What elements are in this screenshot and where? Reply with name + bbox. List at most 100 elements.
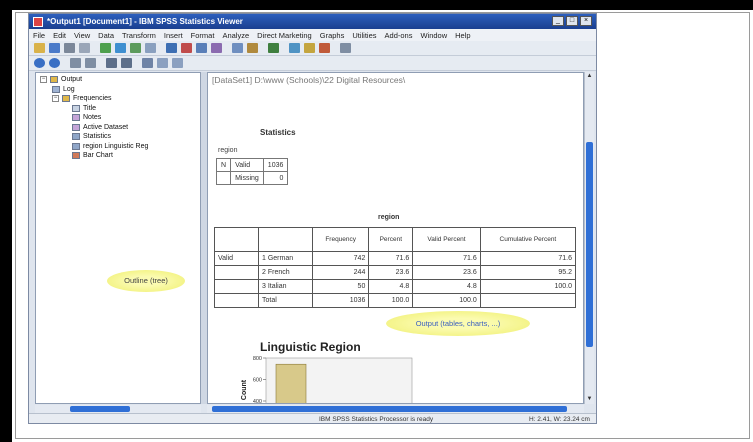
table-cell: 1036 bbox=[262, 158, 289, 172]
show-icon[interactable] bbox=[106, 58, 117, 68]
menu-format[interactable]: Format bbox=[191, 31, 215, 40]
outline-item-label: Active Dataset bbox=[83, 123, 129, 131]
save-icon[interactable] bbox=[49, 43, 60, 53]
goto-case-icon[interactable] bbox=[181, 43, 192, 53]
outline-item-label: Notes bbox=[83, 114, 102, 121]
outline-pane[interactable]: − Output Log − Frequencies Title Notes A… bbox=[35, 72, 201, 404]
redo-icon[interactable] bbox=[145, 43, 156, 53]
print-icon[interactable] bbox=[64, 43, 75, 53]
vertical-scroll-thumb[interactable] bbox=[586, 142, 593, 347]
menu-insert[interactable]: Insert bbox=[164, 31, 183, 40]
y-tick-label: 800 bbox=[253, 356, 262, 362]
goto-variable-icon[interactable] bbox=[196, 43, 207, 53]
outline-scroll-thumb[interactable] bbox=[70, 406, 130, 412]
recall-dialog-icon[interactable] bbox=[115, 43, 126, 53]
menu-transform[interactable]: Transform bbox=[122, 31, 156, 40]
close-button[interactable]: × bbox=[580, 16, 592, 26]
title-icon bbox=[72, 104, 80, 112]
menu-utilities[interactable]: Utilities bbox=[352, 31, 376, 40]
outline-item-label: Statistics bbox=[83, 133, 112, 140]
collapse-toggle-icon[interactable]: − bbox=[52, 95, 59, 103]
back-arrow-icon[interactable] bbox=[34, 58, 45, 68]
y-tick-label: 600 bbox=[253, 378, 262, 384]
outline-settings-icon[interactable] bbox=[142, 58, 153, 68]
select-last-output-icon[interactable] bbox=[247, 43, 258, 53]
statistics-icon bbox=[72, 133, 80, 141]
menu-data[interactable]: Data bbox=[98, 31, 114, 40]
table-cell: 100.0 bbox=[368, 293, 414, 308]
menu-analyze[interactable]: Analyze bbox=[222, 31, 249, 40]
promote-icon[interactable] bbox=[268, 43, 279, 53]
menu-window[interactable]: Window bbox=[420, 31, 447, 40]
outline-item-statistics[interactable]: Statistics bbox=[40, 132, 148, 142]
main-toolbar bbox=[29, 41, 596, 56]
demote-outline-icon[interactable] bbox=[172, 58, 183, 68]
outline-item-region-table[interactable]: region Linguistic Reg bbox=[40, 142, 148, 152]
scroll-up-icon[interactable]: ▲ bbox=[586, 73, 593, 80]
output-callout-highlight: Output (tables, charts, ...) bbox=[386, 311, 530, 336]
table-icon bbox=[72, 142, 80, 150]
table-cell: 0 bbox=[262, 171, 289, 185]
maximize-button[interactable]: □ bbox=[566, 16, 578, 26]
table-cell: 71.6 bbox=[412, 251, 481, 266]
bar-chart[interactable]: 800 600 400 Count bbox=[236, 356, 416, 404]
menu-file[interactable]: File bbox=[33, 31, 45, 40]
statistics-table[interactable]: N Valid 1036 Missing 0 bbox=[215, 158, 289, 185]
outline-item-active-dataset[interactable]: Active Dataset bbox=[40, 123, 148, 133]
menu-graphs[interactable]: Graphs bbox=[320, 31, 345, 40]
table-row: 3 Italian 50 4.8 4.8 100.0 bbox=[214, 279, 577, 294]
outline-horizontal-scrollbar[interactable] bbox=[35, 405, 201, 413]
designate-window-icon[interactable] bbox=[232, 43, 243, 53]
menu-add-ons[interactable]: Add-ons bbox=[385, 31, 413, 40]
vertical-scrollbar[interactable]: ▲ ▼ bbox=[584, 72, 594, 404]
content-scroll-thumb[interactable] bbox=[212, 406, 567, 412]
frequency-table-title: region bbox=[378, 214, 400, 221]
hide-icon[interactable] bbox=[121, 58, 132, 68]
outline-item-notes[interactable]: Notes bbox=[40, 113, 148, 123]
insert-title-icon[interactable] bbox=[304, 43, 315, 53]
black-frame-left bbox=[0, 0, 12, 442]
status-bar: IBM SPSS Statistics Processor is ready H… bbox=[29, 413, 596, 423]
insert-heading-icon[interactable] bbox=[289, 43, 300, 53]
export-icon[interactable] bbox=[100, 43, 111, 53]
y-axis-label: Count bbox=[241, 379, 248, 400]
table-cell bbox=[215, 171, 232, 185]
menu-direct-marketing[interactable]: Direct Marketing bbox=[257, 31, 312, 40]
column-header: Frequency bbox=[311, 227, 370, 252]
frequency-table[interactable]: Frequency Percent Valid Percent Cumulati… bbox=[214, 227, 577, 308]
column-header bbox=[258, 227, 313, 252]
expand-icon[interactable] bbox=[70, 58, 81, 68]
y-tick-label: 400 bbox=[253, 399, 262, 404]
variables-icon[interactable] bbox=[211, 43, 222, 53]
table-cell: 1036 bbox=[311, 293, 370, 308]
table-row: Total 1036 100.0 100.0 bbox=[214, 293, 577, 308]
outline-item-output[interactable]: − Output bbox=[40, 75, 148, 85]
table-cell: Valid bbox=[214, 251, 259, 266]
outline-item-log[interactable]: Log bbox=[40, 85, 148, 95]
table-cell: 1 German bbox=[258, 251, 313, 266]
outline-item-title[interactable]: Title bbox=[40, 104, 148, 114]
cursor-position: H: 2.41, W: 23.24 cm bbox=[529, 416, 590, 423]
promote-outline-icon[interactable] bbox=[157, 58, 168, 68]
menu-view[interactable]: View bbox=[74, 31, 90, 40]
outline-item-frequencies[interactable]: − Frequencies bbox=[40, 94, 148, 104]
show-data-icon[interactable] bbox=[340, 43, 351, 53]
outline-item-bar-chart[interactable]: Bar Chart bbox=[40, 151, 148, 161]
processor-status: IBM SPSS Statistics Processor is ready bbox=[319, 416, 434, 423]
goto-data-icon[interactable] bbox=[166, 43, 177, 53]
table-cell: 100.0 bbox=[479, 279, 577, 294]
open-icon[interactable] bbox=[34, 43, 45, 53]
print-preview-icon[interactable] bbox=[79, 43, 90, 53]
insert-text-icon[interactable] bbox=[319, 43, 330, 53]
menu-help[interactable]: Help bbox=[455, 31, 470, 40]
forward-arrow-icon[interactable] bbox=[49, 58, 60, 68]
table-header-row: Frequency Percent Valid Percent Cumulati… bbox=[214, 227, 577, 252]
scroll-down-icon[interactable]: ▼ bbox=[586, 396, 593, 403]
collapse-toggle-icon[interactable]: − bbox=[40, 76, 47, 84]
minimize-button[interactable]: _ bbox=[552, 16, 564, 26]
output-content-pane[interactable]: [DataSet1] D:\www (Schools)\22 Digital R… bbox=[207, 72, 584, 404]
content-horizontal-scrollbar[interactable] bbox=[207, 405, 584, 413]
undo-icon[interactable] bbox=[130, 43, 141, 53]
collapse-icon[interactable] bbox=[85, 58, 96, 68]
menu-edit[interactable]: Edit bbox=[53, 31, 66, 40]
